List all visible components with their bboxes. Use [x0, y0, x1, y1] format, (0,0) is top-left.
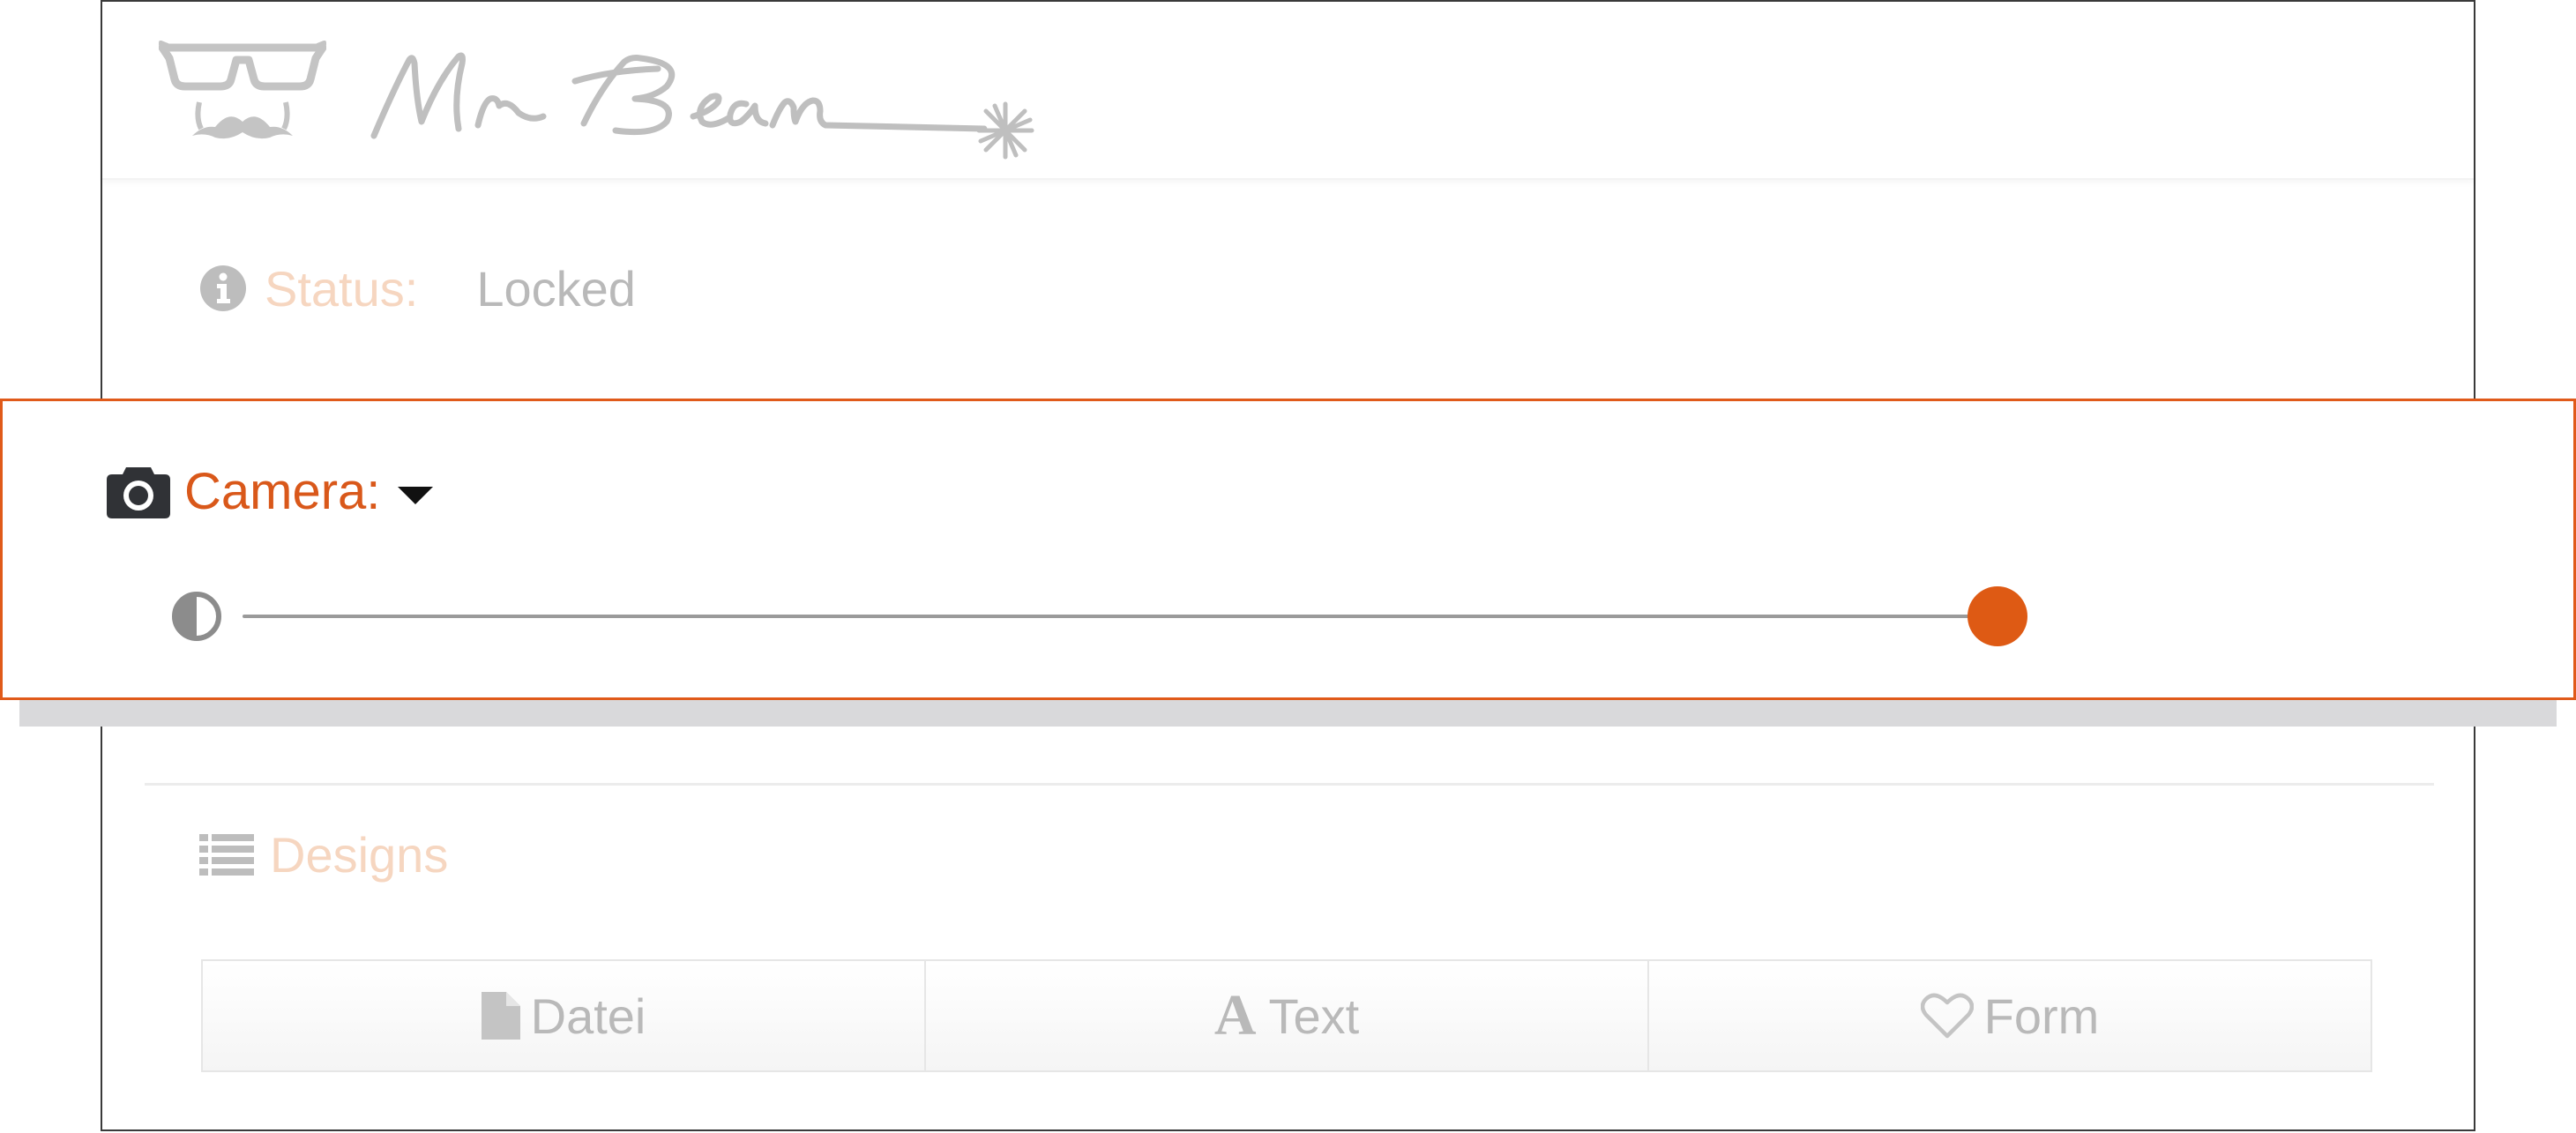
- tab-label: Form: [1983, 988, 2100, 1044]
- contrast-icon: [172, 592, 221, 641]
- camera-dropdown-toggle[interactable]: Camera:: [107, 456, 434, 526]
- section-divider: [145, 783, 2434, 786]
- mr-beam-wordmark-icon: [370, 52, 1034, 160]
- tab-text[interactable]: A Text: [926, 961, 1649, 1070]
- tab-label: Datei: [530, 988, 646, 1044]
- screen: Status: Locked Designs Datei A Text Form…: [0, 0, 2576, 1133]
- tab-label: Text: [1268, 988, 1360, 1044]
- heart-icon: [1920, 993, 1974, 1039]
- camera-contrast-slider-row: [170, 581, 2040, 652]
- tab-datei[interactable]: Datei: [203, 961, 926, 1070]
- status-row: Status: Locked: [199, 257, 636, 319]
- highlight-shadow-band: [19, 698, 2557, 727]
- tab-form[interactable]: Form: [1649, 961, 2371, 1070]
- list-icon: [199, 834, 254, 876]
- caret-down-icon: [398, 487, 434, 504]
- camera-icon: [107, 467, 170, 518]
- app-header: [102, 2, 2474, 180]
- contrast-slider-thumb[interactable]: [1967, 586, 2027, 646]
- design-tabs: Datei A Text Form: [201, 959, 2372, 1072]
- file-icon: [481, 992, 520, 1040]
- info-circle-icon: [200, 265, 246, 311]
- camera-label: Camera:: [184, 462, 381, 520]
- designs-label: Designs: [270, 826, 449, 883]
- status-value: Locked: [476, 260, 636, 317]
- font-icon: A: [1213, 983, 1257, 1047]
- camera-section: Camera:: [0, 399, 2576, 700]
- contrast-slider-track[interactable]: [243, 615, 1997, 618]
- glasses-mustache-logo-icon: [159, 41, 326, 139]
- designs-header[interactable]: Designs: [199, 822, 448, 887]
- status-label: Status:: [265, 260, 419, 317]
